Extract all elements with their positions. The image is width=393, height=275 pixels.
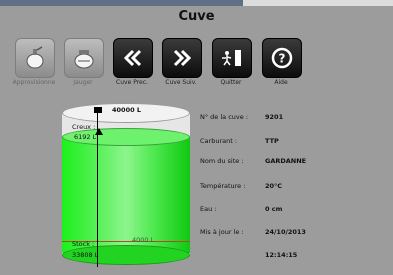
stock-label: Stock : [72, 240, 95, 248]
refuel-icon [26, 46, 44, 69]
previous-tank-button[interactable] [113, 38, 153, 78]
tank-limit-label: 4000 L [132, 236, 155, 244]
site-name-value: GARDANNE [265, 157, 307, 165]
refuel-button[interactable] [15, 38, 55, 78]
svg-text:?: ? [279, 52, 286, 66]
page-title: Cuve [178, 9, 215, 24]
water-value: 0 cm [265, 205, 283, 213]
water-label: Eau : [200, 205, 217, 213]
temperature-label: Température : [200, 182, 246, 190]
fuel-label: Carburant : [200, 137, 238, 145]
tank-capacity: 40000 L [112, 106, 142, 114]
fuel-value: TTP [265, 137, 279, 145]
help-button-label: Aide [274, 79, 288, 86]
site-name-label: Nom du site : [200, 157, 244, 165]
next-tank-button[interactable] [162, 38, 202, 78]
gauge-button[interactable] [64, 38, 104, 78]
creux-label: Creux : [72, 123, 96, 131]
tank-number-label: N° de la cuve : [200, 113, 249, 121]
temperature-value: 20°C [265, 182, 283, 190]
updated-label: Mis à jour le : [200, 228, 244, 236]
gauge-icon [74, 50, 94, 69]
help-icon: ? [271, 47, 293, 69]
tank-liquid [62, 137, 190, 253]
tank-number-value: 9201 [265, 113, 284, 121]
updated-date-value: 24/10/2013 [265, 228, 306, 236]
double-chevron-left-icon [123, 49, 142, 67]
gauge-head [94, 107, 102, 113]
creux-value: 6192 L [74, 133, 97, 141]
stock-value: 33808 L [72, 251, 99, 259]
help-button[interactable]: ? [262, 38, 302, 78]
updated-time-value: 12:14:15 [265, 251, 298, 259]
quit-button[interactable] [212, 38, 252, 78]
exit-icon [222, 50, 241, 66]
double-chevron-right-icon [173, 49, 192, 67]
